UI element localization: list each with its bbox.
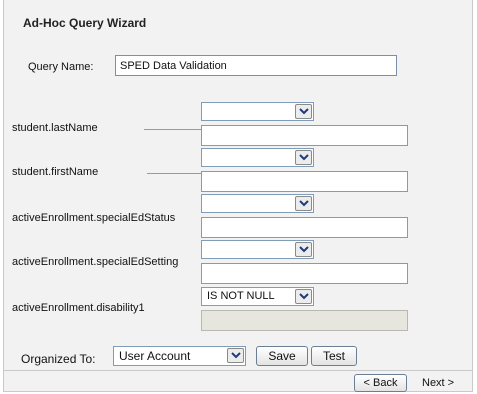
- chevron-down-icon[interactable]: [295, 242, 312, 257]
- next-button[interactable]: Next >: [422, 377, 454, 389]
- chevron-down-icon[interactable]: [295, 104, 312, 119]
- operator-select-lastname[interactable]: [201, 102, 314, 121]
- query-name-input[interactable]: [115, 55, 397, 76]
- field-label-specialedstatus: activeEnrollment.specialEdStatus: [12, 212, 176, 224]
- field-label-firstname: student.firstName: [12, 166, 99, 178]
- value-input-firstname[interactable]: [201, 171, 408, 192]
- field-label-lastname: student.lastName: [12, 122, 98, 134]
- wizard-title: Ad-Hoc Query Wizard: [23, 16, 147, 30]
- organized-to-select[interactable]: User Account: [113, 346, 246, 366]
- ad-hoc-query-wizard: Ad-Hoc Query Wizard Query Name: student.…: [3, 0, 473, 392]
- save-button[interactable]: Save: [256, 346, 308, 366]
- field-label-specialedsetting: activeEnrollment.specialEdSetting: [12, 256, 179, 268]
- organized-to-label: Organized To:: [21, 352, 96, 366]
- value-input-disability1: [201, 310, 408, 331]
- value-input-specialedstatus[interactable]: [201, 217, 408, 238]
- value-input-lastname[interactable]: [201, 125, 408, 146]
- operator-select-specialedstatus[interactable]: [201, 194, 314, 213]
- chevron-down-icon[interactable]: [295, 196, 312, 211]
- chevron-down-icon[interactable]: [227, 348, 244, 363]
- operator-select-disability1[interactable]: IS NOT NULL: [201, 287, 314, 306]
- chevron-down-icon[interactable]: [295, 150, 312, 165]
- query-name-label: Query Name:: [28, 61, 94, 73]
- field-connector: [144, 129, 201, 130]
- test-button[interactable]: Test: [311, 346, 357, 366]
- field-label-disability1: activeEnrollment.disability1: [12, 302, 145, 314]
- operator-select-firstname[interactable]: [201, 148, 314, 167]
- field-connector: [147, 173, 201, 174]
- operator-select-specialedsetting[interactable]: [201, 240, 314, 259]
- organized-to-value: User Account: [119, 349, 191, 363]
- operator-value: IS NOT NULL: [207, 290, 275, 302]
- wizard-footer: < Back Next >: [4, 370, 472, 392]
- back-button[interactable]: < Back: [354, 374, 407, 392]
- value-input-specialedsetting[interactable]: [201, 263, 408, 284]
- chevron-down-icon[interactable]: [295, 289, 312, 304]
